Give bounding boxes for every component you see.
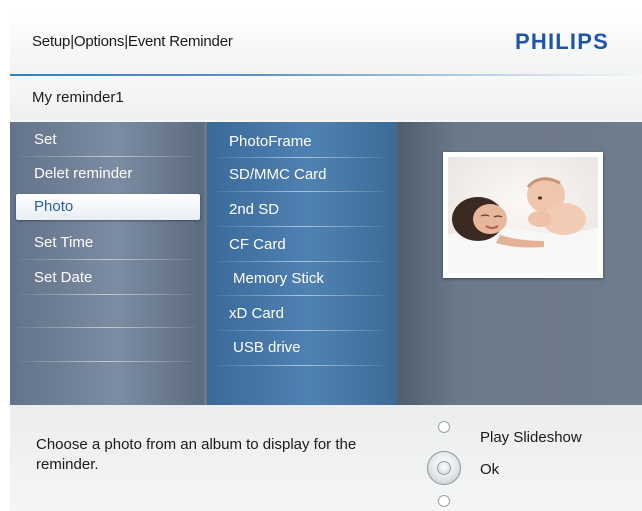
source-item-cf-card[interactable]: CF Card xyxy=(207,230,397,260)
ok-label[interactable]: Ok xyxy=(480,461,499,478)
source-item-photoframe[interactable]: PhotoFrame xyxy=(207,127,397,157)
source-divider xyxy=(217,157,387,158)
source-divider xyxy=(217,295,387,296)
menu-item-delete-reminder[interactable]: Delet reminder xyxy=(10,159,204,189)
source-item-2nd-sd[interactable]: 2nd SD xyxy=(207,195,397,225)
footer-bar: Choose a photo from an album to display … xyxy=(10,405,642,511)
mother-and-baby-photo-icon xyxy=(448,157,598,273)
menu-divider xyxy=(18,156,196,157)
header-bar: Setup|Options|Event Reminder PHILIPS xyxy=(10,10,642,78)
philips-logo: PHILIPS xyxy=(515,29,609,54)
title-bar: My reminder1 xyxy=(10,76,642,120)
breadcrumb: Setup|Options|Event Reminder xyxy=(32,33,233,50)
help-text: Choose a photo from an album to display … xyxy=(36,436,357,473)
menu-item-set[interactable]: Set xyxy=(10,125,204,155)
reminder-menu: Set Delet reminder Photo Set Time Set Da… xyxy=(10,122,204,405)
source-list: PhotoFrame SD/MMC Card 2nd SD CF Card Me… xyxy=(207,122,397,405)
source-item-sd-mmc-card[interactable]: SD/MMC Card xyxy=(207,160,397,190)
menu-item-set-time[interactable]: Set Time xyxy=(10,228,204,258)
photo-preview-frame xyxy=(443,152,603,278)
play-slideshow-label[interactable]: Play Slideshow xyxy=(480,429,582,446)
navigation-dial xyxy=(424,421,484,507)
menu-divider xyxy=(18,259,196,260)
source-divider xyxy=(217,226,387,227)
menu-item-photo[interactable]: Photo xyxy=(16,194,200,220)
source-divider xyxy=(217,365,387,366)
small-circle-icon xyxy=(438,495,450,507)
menu-divider xyxy=(18,361,196,362)
dial-center-icon xyxy=(437,461,451,475)
menu-panel: Set Delet reminder Photo Set Time Set Da… xyxy=(10,122,642,405)
small-circle-icon xyxy=(438,421,450,433)
source-item-xd-card[interactable]: xD Card xyxy=(207,299,397,329)
menu-divider xyxy=(18,294,196,295)
source-divider xyxy=(217,191,387,192)
menu-divider xyxy=(18,327,196,328)
source-item-usb-drive[interactable]: USB drive xyxy=(207,333,397,363)
source-item-memory-stick[interactable]: Memory Stick xyxy=(207,264,397,294)
photo-thumbnail xyxy=(448,157,598,273)
photo-frame-screen: Setup|Options|Event Reminder PHILIPS My … xyxy=(10,10,642,511)
ok-dial-icon[interactable] xyxy=(427,451,461,485)
page-title: My reminder1 xyxy=(32,89,124,106)
source-divider xyxy=(217,261,387,262)
source-divider xyxy=(217,330,387,331)
menu-item-set-date[interactable]: Set Date xyxy=(10,263,204,293)
